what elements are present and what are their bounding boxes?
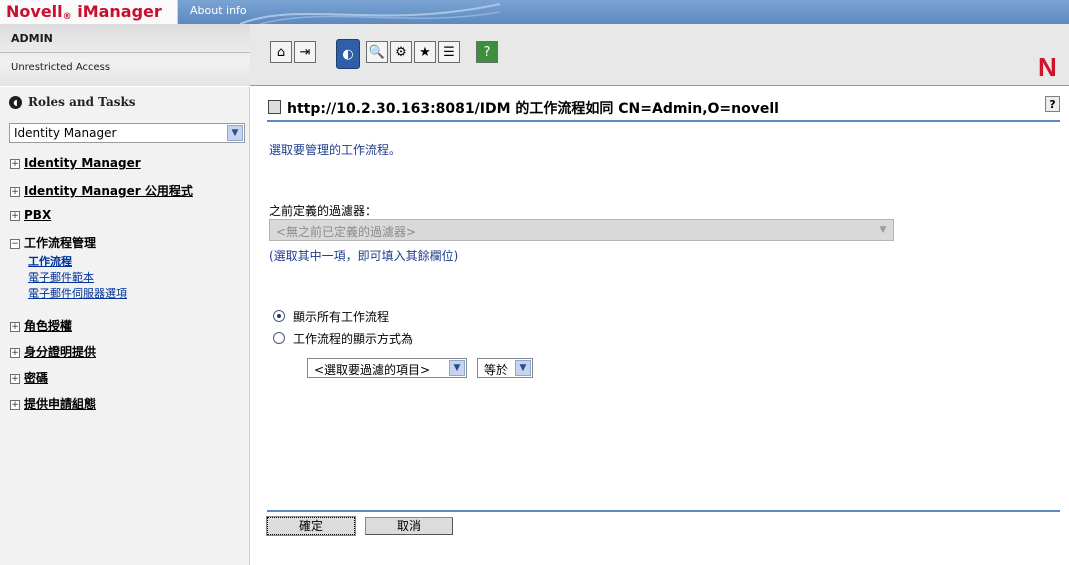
operator-dropdown[interactable]: 等於 ▼ — [477, 358, 533, 378]
show-workflows-by-filter-option[interactable]: 工作流程的顯示方式為 — [273, 330, 413, 348]
sidebar-subitem-email-templates[interactable]: 電子郵件範本 — [28, 269, 94, 285]
workflow-icon — [268, 100, 281, 114]
radio-selected[interactable] — [273, 310, 285, 322]
view-objects-icon[interactable]: 🔍 — [366, 41, 388, 63]
sidebar-item-workflow-management[interactable]: − 工作流程管理 — [10, 234, 96, 252]
filter-hint-text: (選取其中一項，即可填入其餘欄位) — [269, 249, 459, 263]
operator-value: 等於 — [484, 363, 509, 377]
sidebar-item-identity-manager-utilities[interactable]: + Identity Manager 公用程式 — [10, 182, 193, 200]
sidebar-item-pbx[interactable]: + PBX — [10, 208, 51, 226]
sidebar-item-identity-manager[interactable]: + Identity Manager — [10, 156, 141, 174]
role-dropdown-value: Identity Manager — [14, 126, 117, 140]
help-icon[interactable]: ? — [476, 41, 498, 63]
expand-icon[interactable]: + — [10, 374, 20, 384]
show-all-workflows-option[interactable]: 顯示所有工作流程 — [273, 308, 389, 326]
chevron-down-icon[interactable]: ▼ — [515, 360, 531, 376]
roles-and-tasks-label: Roles and Tasks — [28, 95, 136, 109]
sidebar-subitem-email-server-options[interactable]: 電子郵件伺服器選項 — [28, 285, 127, 301]
sidebar-item-role-authorization[interactable]: + 角色授權 — [10, 317, 72, 335]
about-info-link[interactable]: About info — [190, 4, 247, 17]
preferences-icon[interactable]: ☰ — [438, 41, 460, 63]
previous-filter-value: <無之前已定義的過濾器> — [276, 225, 417, 239]
header-bar: ADMIN Unrestricted Access ⌂ ⇥ ◐ 🔍 ⚙ ★ ☰ … — [0, 24, 1069, 86]
filter-item-value: <選取要過濾的項目> — [314, 363, 431, 377]
sidebar-item-credential-provisioning[interactable]: + 身分證明提供 — [10, 343, 96, 361]
roles-and-tasks-icon[interactable]: ◐ — [336, 39, 360, 69]
brand-text: Novell® iManager — [6, 2, 162, 22]
divider — [267, 510, 1060, 512]
filter-item-dropdown[interactable]: <選取要過濾的項目> ▼ — [307, 358, 467, 378]
page-title-bar: http://10.2.30.163:8081/IDM 的工作流程如同 CN=A… — [267, 96, 1060, 122]
expand-icon[interactable]: + — [10, 159, 20, 169]
access-level: Unrestricted Access — [11, 62, 111, 73]
user-info: ADMIN Unrestricted Access — [0, 24, 250, 86]
previous-filter-label: 之前定義的過濾器： — [269, 204, 378, 218]
brand-logo: Novell® iManager — [0, 0, 178, 24]
expand-icon[interactable]: + — [10, 348, 20, 358]
expand-icon[interactable]: + — [10, 400, 20, 410]
cancel-button[interactable]: 取消 — [365, 517, 453, 535]
user-name: ADMIN — [11, 32, 53, 45]
main-content: http://10.2.30.163:8081/IDM 的工作流程如同 CN=A… — [251, 87, 1069, 565]
novell-n-logo: N — [1038, 52, 1057, 82]
help-button[interactable]: ? — [1045, 96, 1060, 112]
page-title: http://10.2.30.163:8081/IDM 的工作流程如同 CN=A… — [287, 101, 779, 117]
exit-icon[interactable]: ⇥ — [294, 41, 316, 63]
expand-icon[interactable]: + — [10, 187, 20, 197]
instruction-text: 選取要管理的工作流程。 — [269, 143, 402, 157]
chevron-down-icon[interactable]: ▼ — [227, 125, 243, 141]
previous-filter-dropdown: <無之前已定義的過濾器> ▼ — [269, 219, 894, 241]
expand-icon[interactable]: + — [10, 211, 20, 221]
left-sidebar: ◖ Roles and Tasks Identity Manager ▼ + Id… — [0, 87, 250, 565]
roles-and-tasks-header: ◖ Roles and Tasks — [0, 93, 250, 113]
divider — [0, 52, 250, 53]
configure-icon[interactable]: ⚙ — [390, 41, 412, 63]
top-banner: Novell® iManager About info — [0, 0, 1069, 24]
sidebar-item-provisioning-request-config[interactable]: + 提供申請組態 — [10, 395, 96, 413]
chevron-down-icon[interactable]: ▼ — [449, 360, 465, 376]
chevron-down-icon: ▼ — [879, 225, 887, 235]
banner-decoration — [240, 3, 500, 24]
collapse-icon[interactable]: − — [10, 239, 20, 249]
sidebar-subitem-workflows[interactable]: 工作流程 — [28, 253, 72, 269]
role-dropdown[interactable]: Identity Manager ▼ — [9, 123, 245, 143]
ok-button[interactable]: 確定 — [266, 516, 356, 536]
radio-unselected[interactable] — [273, 332, 285, 344]
expand-icon[interactable]: + — [10, 322, 20, 332]
home-icon[interactable]: ⌂ — [270, 41, 292, 63]
favorites-icon[interactable]: ★ — [414, 41, 436, 63]
roles-and-tasks-icon: ◖ — [9, 96, 22, 109]
sidebar-item-passwords[interactable]: + 密碼 — [10, 369, 48, 387]
